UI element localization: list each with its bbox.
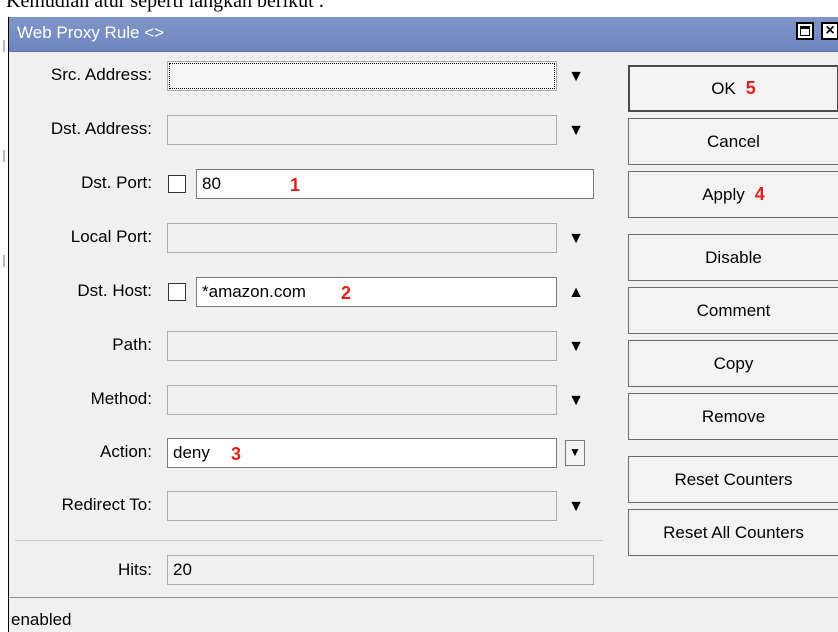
apply-button-label: Apply: [702, 185, 745, 204]
remove-button[interactable]: Remove: [628, 393, 838, 440]
title-bar[interactable]: Web Proxy Rule <> ×: [9, 17, 838, 52]
reset-all-counters-button[interactable]: Reset All Counters: [628, 509, 838, 556]
path-dropdown-icon[interactable]: ▼: [566, 337, 586, 357]
method-dropdown-icon[interactable]: ▼: [566, 391, 586, 411]
status-bar: enabled: [9, 597, 838, 632]
redirect-to-field[interactable]: [167, 491, 557, 521]
document-margin-marks: [3, 40, 5, 267]
document-caption: Kemudian atur seperti langkah berikut :: [6, 0, 325, 12]
apply-button[interactable]: Apply 4: [628, 171, 838, 218]
action-value: deny: [173, 443, 210, 462]
close-icon[interactable]: ×: [821, 22, 838, 40]
src-address-dropdown-icon[interactable]: ▼: [566, 67, 586, 87]
reset-counters-button-label: Reset Counters: [674, 470, 793, 489]
status-text: enabled: [11, 610, 72, 629]
ok-button-label: OK: [711, 79, 736, 98]
action-select[interactable]: deny 3: [167, 438, 557, 468]
local-port-dropdown-icon[interactable]: ▼: [566, 229, 586, 249]
copy-button[interactable]: Copy: [628, 340, 838, 387]
action-dropdown-icon[interactable]: ▼: [565, 440, 585, 466]
redirect-to-label: Redirect To:: [61, 495, 152, 514]
path-label: Path:: [112, 335, 152, 354]
dst-host-collapse-icon[interactable]: ▲: [566, 283, 586, 303]
redirect-to-dropdown-icon[interactable]: ▼: [566, 497, 586, 517]
hits-field: 20: [167, 555, 594, 585]
dst-host-value: *amazon.com: [202, 282, 306, 301]
step-marker-1: 1: [290, 175, 301, 195]
reset-all-counters-button-label: Reset All Counters: [663, 523, 804, 542]
comment-button-label: Comment: [696, 301, 771, 320]
dst-port-value: 80: [202, 174, 221, 193]
src-address-field[interactable]: [167, 61, 557, 91]
src-address-label: Src. Address:: [50, 65, 152, 84]
comment-button[interactable]: Comment: [628, 287, 838, 334]
step-marker-3: 3: [231, 444, 242, 464]
dst-port-field[interactable]: 80 1: [196, 169, 594, 199]
cancel-button[interactable]: Cancel: [628, 118, 838, 165]
maximize-icon[interactable]: [796, 22, 814, 40]
window-title: Web Proxy Rule <>: [17, 23, 165, 42]
dst-host-negate-checkbox[interactable]: [168, 283, 186, 301]
step-marker-5: 5: [745, 78, 756, 98]
reset-counters-button[interactable]: Reset Counters: [628, 456, 838, 503]
step-marker-4: 4: [754, 184, 765, 204]
ok-button[interactable]: OK 5: [628, 65, 838, 112]
disable-button[interactable]: Disable: [628, 234, 838, 281]
action-label: Action:: [100, 442, 152, 461]
local-port-label: Local Port:: [70, 227, 152, 246]
step-marker-2: 2: [341, 283, 352, 303]
remove-button-label: Remove: [701, 407, 766, 426]
disable-button-label: Disable: [705, 248, 762, 267]
dst-address-label: Dst. Address:: [50, 119, 152, 138]
dst-address-dropdown-icon[interactable]: ▼: [566, 121, 586, 141]
dst-port-negate-checkbox[interactable]: [168, 175, 186, 193]
dst-host-field[interactable]: *amazon.com 2: [196, 277, 557, 307]
cancel-button-label: Cancel: [707, 132, 760, 151]
dst-address-field[interactable]: [167, 115, 557, 145]
method-label: Method:: [90, 389, 152, 408]
method-field[interactable]: [167, 385, 557, 415]
page: Kemudian atur seperti langkah berikut : …: [0, 0, 838, 632]
web-proxy-rule-window: Web Proxy Rule <> × Src. Address: ▼ Dst.…: [8, 17, 838, 632]
copy-button-label: Copy: [713, 354, 754, 373]
form-divider: [15, 540, 603, 541]
path-field[interactable]: [167, 331, 557, 361]
dst-host-label: Dst. Host:: [77, 281, 152, 300]
local-port-field[interactable]: [167, 223, 557, 253]
dst-port-label: Dst. Port:: [81, 173, 152, 192]
hits-label: Hits:: [118, 560, 152, 579]
